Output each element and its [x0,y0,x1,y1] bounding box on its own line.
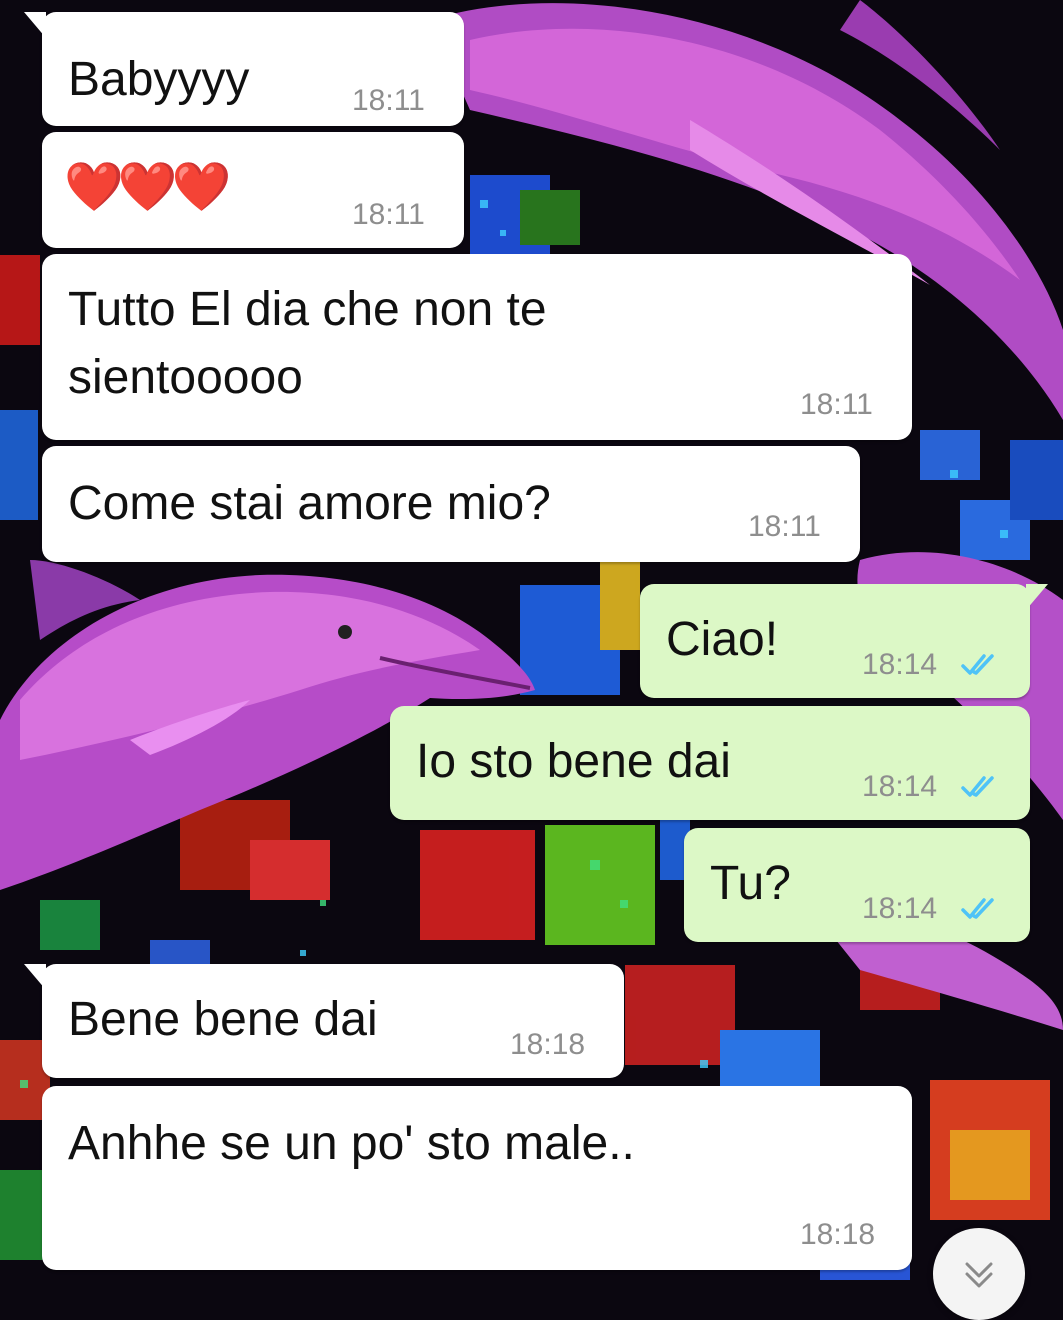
message-text: Babyyyy [68,53,250,106]
message-timestamp: 18:14 [862,648,938,681]
message-timestamp: 18:11 [800,388,873,421]
message-text: Tu? [710,857,791,910]
message-bubble-outgoing[interactable]: Ciao! 18:14 [640,584,1048,698]
double-check-icon [961,776,994,797]
message-text: Tutto El dia che non te sientooooo [68,283,547,404]
message-timestamp: 18:11 [352,84,425,117]
message-bubble-incoming[interactable]: Tutto El dia che non te sientooooo 18:11 [42,254,912,440]
message-bubble-outgoing[interactable]: Io sto bene dai 18:14 [390,706,1030,820]
message-text: Come stai amore mio? [68,477,551,530]
message-timestamp: 18:18 [510,1028,586,1061]
message-bubble-incoming[interactable]: Come stai amore mio? 18:11 [42,446,860,562]
message-bubble-incoming[interactable]: Bene bene dai 18:18 [24,964,624,1078]
message-timestamp: 18:18 [800,1218,876,1251]
message-bubble-incoming[interactable]: Babyyyy 18:11 [24,12,464,126]
message-bubble-incoming[interactable]: ❤️❤️❤️ 18:11 [42,132,464,248]
chevron-down-icon [965,1262,993,1288]
message-timestamp: 18:14 [862,892,938,925]
message-timestamp: 18:14 [862,770,938,803]
message-bubble-outgoing[interactable]: Tu? 18:14 [684,828,1030,942]
message-timestamp: 18:11 [352,198,425,231]
double-check-icon [961,898,994,919]
double-check-icon [961,654,994,675]
scroll-to-bottom-button[interactable] [933,1228,1025,1320]
message-text: Io sto bene dai [416,735,731,788]
message-text: Ciao! [666,613,779,666]
message-text: ❤️❤️❤️ [64,161,231,214]
message-timestamp: 18:11 [748,510,821,543]
message-text: Bene bene dai [68,993,378,1046]
message-text: Anhhe se un po' sto male.. [68,1117,635,1170]
message-bubble-incoming[interactable]: Anhhe se un po' sto male.. 18:18 [42,1086,912,1270]
